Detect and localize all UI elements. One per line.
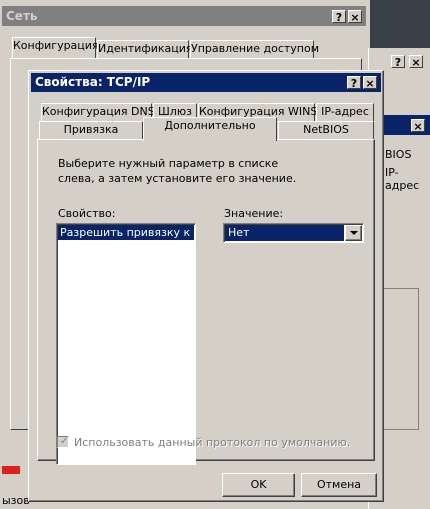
right-window-close-button[interactable]: × bbox=[409, 55, 423, 69]
right-window-help-button[interactable]: ? bbox=[391, 55, 405, 69]
default-protocol-checkbox[interactable]: ✓ bbox=[57, 436, 69, 448]
right-window-titlebar: × bbox=[383, 115, 430, 135]
property-label: Свойство: bbox=[58, 207, 116, 220]
tab-advanced[interactable]: Дополнительно bbox=[143, 117, 277, 141]
property-list[interactable]: Разрешить привязку к ATM bbox=[56, 223, 196, 465]
tcpip-dialog-title: Свойства: TCP/IP bbox=[35, 75, 151, 89]
default-protocol-label: Использовать данный протокол по умолчани… bbox=[74, 436, 351, 449]
value-label: Значение: bbox=[224, 207, 284, 220]
red-status-strip bbox=[2, 466, 20, 474]
network-tab-identification[interactable]: Идентификация bbox=[97, 40, 193, 58]
right-panel-frame bbox=[383, 288, 419, 430]
property-list-item-atm-binding[interactable]: Разрешить привязку к ATM bbox=[58, 225, 194, 240]
ok-button[interactable]: OK bbox=[222, 473, 295, 497]
network-tab-access[interactable]: Управление доступом bbox=[190, 40, 319, 58]
dialog-help-button[interactable]: ? bbox=[347, 76, 361, 90]
dark-desktop-area bbox=[370, 0, 430, 52]
network-help-button[interactable]: ? bbox=[332, 10, 346, 24]
cancel-button[interactable]: Отмена bbox=[301, 473, 377, 497]
checkmark-icon: ✓ bbox=[60, 436, 69, 447]
tcpip-dialog: Свойства: TCP/IP ? × Конфигурация DNS Шл… bbox=[28, 70, 384, 502]
value-dropdown-button[interactable] bbox=[345, 225, 362, 241]
tcpip-dialog-titlebar: Свойства: TCP/IP ? × bbox=[31, 73, 381, 92]
right-bios-text: BIOS bbox=[385, 148, 412, 161]
right-window2-close-button[interactable]: × bbox=[411, 119, 425, 133]
cancel-button-label: Отмена bbox=[316, 478, 362, 491]
right-ip-text: IP-адрес bbox=[385, 166, 420, 192]
network-bottom-text: ызов bbox=[2, 494, 30, 507]
network-window-titlebar: Сеть ? × bbox=[2, 6, 366, 26]
dialog-close-button[interactable]: × bbox=[363, 76, 377, 90]
value-selected: Нет bbox=[225, 225, 344, 241]
network-window-title: Сеть bbox=[6, 9, 38, 23]
network-close-button[interactable]: × bbox=[348, 10, 362, 24]
ok-button-label: OK bbox=[250, 478, 267, 491]
chevron-down-icon bbox=[350, 231, 358, 235]
advanced-tab-panel: Выберите нужный параметр в списке слева,… bbox=[37, 139, 375, 465]
tab-netbios[interactable]: NetBIOS bbox=[278, 121, 374, 139]
instruction-text: Выберите нужный параметр в списке слева,… bbox=[58, 157, 297, 185]
value-combobox[interactable]: Нет bbox=[223, 223, 364, 243]
tab-binding[interactable]: Привязка bbox=[39, 121, 143, 139]
network-tab-configuration[interactable]: Конфигурация bbox=[12, 37, 99, 58]
tab-ip-address[interactable]: IP-адрес bbox=[316, 103, 374, 121]
tab-dns-config[interactable]: Конфигурация DNS bbox=[41, 103, 155, 121]
